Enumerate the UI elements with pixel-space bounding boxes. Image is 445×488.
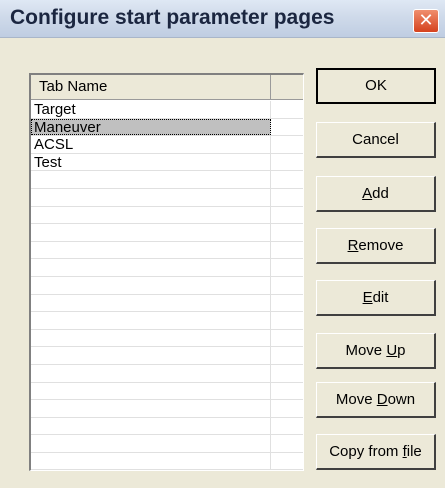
list-item[interactable]: Target	[31, 101, 303, 119]
list-item[interactable]	[31, 382, 303, 401]
copy-from-file-button[interactable]: Copy from file	[316, 434, 436, 470]
list-item[interactable]	[31, 294, 303, 313]
add-label-post: dd	[372, 185, 389, 202]
list-item[interactable]	[31, 171, 303, 189]
close-icon[interactable]: ✕	[413, 9, 439, 33]
list-item[interactable]	[31, 312, 303, 330]
move-down-label-pre: Move	[335, 391, 377, 408]
list-item[interactable]	[31, 241, 303, 260]
list-item[interactable]	[31, 259, 303, 277]
list-item-label	[31, 400, 271, 417]
list-item-label: ACSL	[31, 136, 271, 153]
list-item[interactable]: ACSL	[31, 136, 303, 154]
copy-label-pre: Copy from	[329, 443, 403, 460]
list-item-label	[31, 364, 271, 382]
dialog-window: Configure start parameter pages ✕ Tab Na…	[0, 0, 445, 488]
list-item-label	[31, 224, 271, 241]
list-item-label: Target	[31, 101, 271, 118]
list-item[interactable]	[31, 224, 303, 242]
move-down-button[interactable]: Move Down	[316, 382, 436, 418]
list-item-label	[31, 241, 271, 259]
move-down-label-key: D	[376, 391, 388, 408]
list-item[interactable]	[31, 329, 303, 348]
column-header-tab-name[interactable]: Tab Name	[31, 75, 271, 99]
move-down-label-post: own	[387, 391, 416, 408]
list-rows: Target Maneuver ACSL Test	[31, 101, 303, 470]
list-item[interactable]	[31, 276, 303, 295]
edit-label-post: dit	[372, 289, 389, 306]
list-item-label	[31, 206, 271, 224]
column-header-blank	[271, 75, 303, 99]
list-item[interactable]	[31, 435, 303, 453]
add-button[interactable]: Add	[316, 176, 436, 212]
tab-name-list[interactable]: Tab Name Target Maneuver ACSL Test	[29, 73, 304, 471]
list-item[interactable]: Maneuver	[31, 118, 303, 137]
ok-button[interactable]: OK	[316, 68, 436, 104]
edit-button[interactable]: Edit	[316, 280, 436, 316]
move-up-label-key: U	[386, 342, 398, 359]
list-item-label	[31, 417, 271, 435]
list-item-label: Test	[31, 153, 271, 171]
add-label-key: A	[362, 185, 373, 202]
window-title: Configure start parameter pages	[10, 6, 335, 29]
list-item[interactable]	[31, 400, 303, 418]
list-item[interactable]	[31, 188, 303, 207]
list-item-label	[31, 329, 271, 347]
list-item[interactable]	[31, 347, 303, 365]
list-header: Tab Name	[31, 75, 303, 100]
move-up-label-pre: Move	[345, 342, 387, 359]
list-item-label	[31, 188, 271, 206]
list-item-label	[31, 382, 271, 400]
list-item-label	[31, 171, 271, 188]
list-item-label	[31, 259, 271, 276]
move-up-button[interactable]: Move Up	[316, 333, 436, 369]
title-bar: Configure start parameter pages ✕	[0, 0, 445, 38]
remove-button[interactable]: Remove	[316, 228, 436, 264]
list-item[interactable]	[31, 364, 303, 383]
list-item-label	[31, 435, 271, 452]
list-item-label	[31, 347, 271, 364]
remove-label-key: R	[347, 237, 359, 254]
move-up-label-post: p	[397, 342, 406, 359]
list-item-label	[31, 294, 271, 312]
list-item[interactable]: Test	[31, 153, 303, 172]
edit-label-key: E	[362, 289, 373, 306]
cancel-button[interactable]: Cancel	[316, 122, 436, 158]
list-item-label: Maneuver	[31, 118, 271, 135]
list-item[interactable]	[31, 206, 303, 225]
list-item-label	[31, 312, 271, 329]
list-item-label	[31, 452, 271, 470]
copy-label-post: ile	[406, 443, 422, 460]
list-item-label	[31, 276, 271, 294]
list-item[interactable]	[31, 452, 303, 470]
remove-label-post: emove	[358, 237, 404, 254]
list-item[interactable]	[31, 417, 303, 436]
